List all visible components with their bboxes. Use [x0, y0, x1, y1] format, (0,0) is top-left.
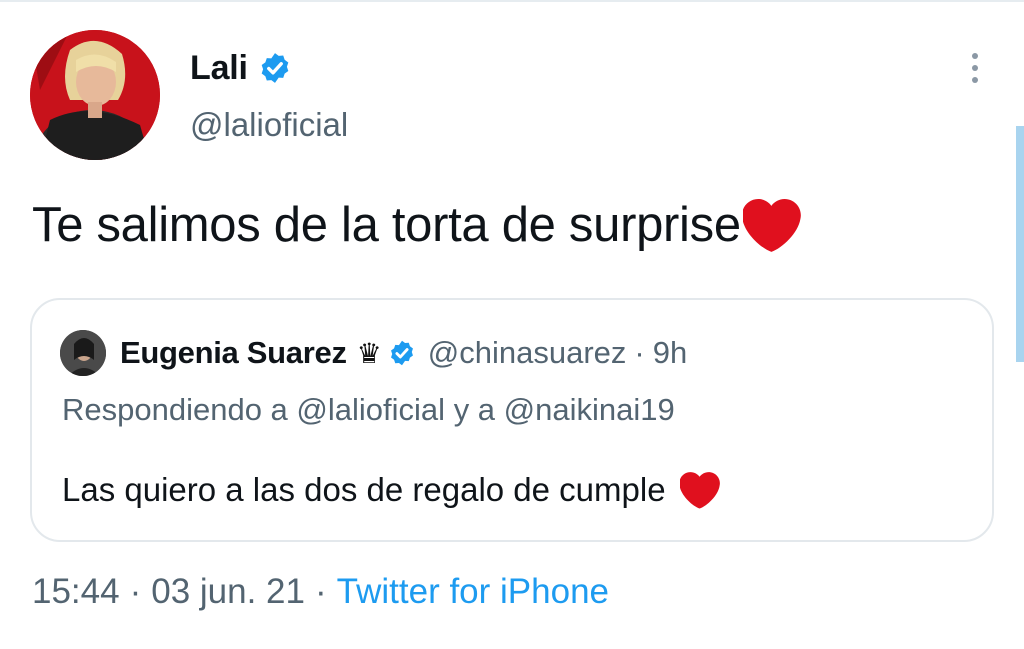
tweet-time[interactable]: 15:44: [32, 572, 120, 612]
reply-mention-naikinai19[interactable]: @naikinai19: [504, 392, 675, 427]
tweet-text: Te salimos de la torta de surprise: [32, 196, 801, 254]
more-vertical-icon[interactable]: [960, 50, 990, 86]
replying-to-line: Respondiendo a @lalioficial y a @naikina…: [62, 392, 675, 428]
tweet-meta: 15:44 · 03 jun. 21 · Twitter for iPhone: [32, 572, 609, 612]
verified-badge-icon: [388, 339, 416, 367]
quoted-timestamp[interactable]: 9h: [653, 335, 687, 371]
meta-separator: ·: [315, 572, 327, 611]
quoted-tweet-card[interactable]: Eugenia Suarez ♛ @chinasuarez · 9h Respo…: [30, 298, 994, 542]
quoted-author-handle[interactable]: @chinasuarez: [428, 335, 627, 371]
author-name[interactable]: Lali: [190, 49, 248, 88]
quoted-separator: ·: [634, 335, 645, 370]
quoted-author-name[interactable]: Eugenia Suarez: [120, 335, 347, 371]
quoted-author-avatar[interactable]: [60, 330, 106, 376]
author-handle[interactable]: @lalioficial: [190, 106, 348, 144]
scrollbar[interactable]: [1016, 126, 1024, 362]
reply-joiner: y a: [453, 392, 496, 427]
more-dot: [972, 65, 978, 71]
top-divider: [0, 0, 1024, 2]
tweet-text-content: Te salimos de la torta de surprise: [32, 198, 741, 252]
crown-emoji-icon: ♛: [356, 336, 382, 370]
quoted-text-content: Las quiero a las dos de regalo de cumple: [62, 471, 666, 508]
tweet-date[interactable]: 03 jun. 21: [151, 572, 305, 612]
reply-mention-lalioficial[interactable]: @lalioficial: [296, 392, 445, 427]
meta-separator: ·: [129, 572, 142, 611]
heart-emoji-icon: [678, 470, 720, 510]
quoted-header: Eugenia Suarez ♛ @chinasuarez · 9h: [120, 330, 687, 376]
author-avatar[interactable]: [30, 30, 160, 160]
tweet-source-link[interactable]: Twitter for iPhone: [337, 572, 609, 612]
author-name-row[interactable]: Lali: [190, 46, 292, 90]
reply-prefix: Respondiendo a: [62, 392, 288, 427]
heart-emoji-icon: [741, 196, 801, 254]
more-dot: [972, 53, 978, 59]
avatar-photo-icon: [60, 330, 106, 376]
more-dot: [972, 77, 978, 83]
avatar-photo-icon: [30, 30, 160, 160]
quoted-tweet-text: Las quiero a las dos de regalo de cumple: [62, 470, 720, 510]
verified-badge-icon: [258, 51, 292, 85]
